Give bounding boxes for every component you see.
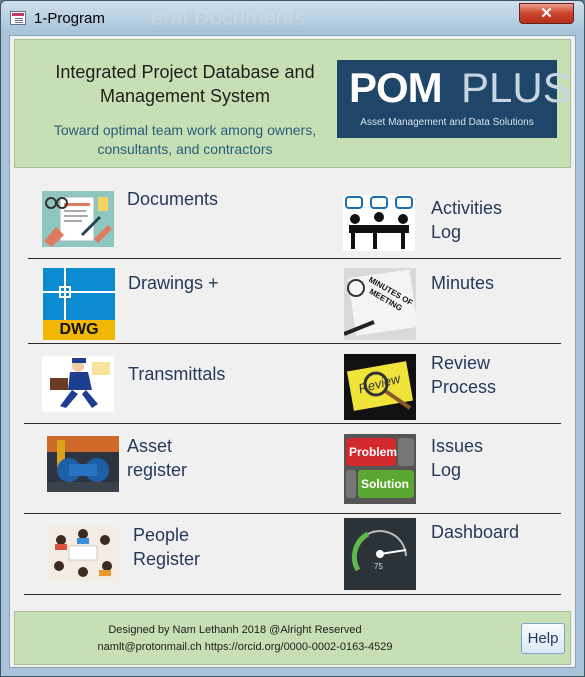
review-process-label: Review Process (431, 353, 497, 397)
people-icon (47, 526, 119, 582)
documents-icon (42, 191, 114, 247)
app-title: Integrated Project Database and Manageme… (55, 62, 315, 106)
contact-text: namlt@protonmail.ch https://orcid.org/00… (97, 641, 393, 653)
credit-text: Designed by Nam Lethanh 2018 @Alright Re… (108, 624, 362, 636)
activities-icon (343, 195, 415, 251)
issues-log-button[interactable]: Problem Solution Issues Log (344, 434, 544, 504)
divider (28, 258, 561, 259)
header-panel: Integrated Project Database and Manageme… (14, 39, 571, 168)
review-icon: Review (344, 354, 416, 420)
window-title: 1-Program (34, 10, 105, 27)
form-icon (10, 11, 26, 25)
transmittals-button[interactable]: Transmittals (42, 356, 262, 416)
issues-log-label: Issues Log (431, 436, 484, 480)
footer-panel: Designed by Nam Lethanh 2018 @Alright Re… (14, 611, 571, 665)
title-bar[interactable]: 1-Program eral Documents ✕ (1, 1, 584, 35)
dashboard-button[interactable]: 75 Dashboard (344, 518, 544, 590)
minutes-icon: MINUTES OF MEETING (344, 268, 416, 340)
pump-icon (47, 436, 119, 492)
logo-plus-text: PLUS (461, 64, 571, 111)
app-subtitle: Toward optimal team work among owners, c… (53, 122, 317, 157)
divider (24, 423, 561, 424)
divider (28, 343, 561, 344)
review-process-button[interactable]: Review Review Process (344, 353, 544, 420)
problem-key-text: Problem (349, 445, 398, 459)
gauge-value: 75 (374, 562, 383, 571)
dwg-text: DWG (59, 321, 99, 338)
minutes-button[interactable]: MINUTES OF MEETING Minutes (344, 268, 544, 340)
gauge-icon: 75 (344, 518, 416, 590)
people-register-button[interactable]: People Register (47, 525, 267, 586)
drawings-label: Drawings + (128, 273, 219, 293)
app-window: 1-Program eral Documents ✕ Integrated Pr… (0, 0, 585, 677)
asset-register-label: Asset register (127, 436, 188, 480)
courier-icon (42, 356, 114, 412)
dashboard-label: Dashboard (431, 522, 520, 542)
main-form: Integrated Project Database and Manageme… (9, 35, 576, 668)
activities-log-button[interactable]: Activities Log (343, 195, 543, 255)
drawings-button[interactable]: DWG Drawings + (43, 268, 263, 340)
problem-solution-icon: Problem Solution (344, 434, 416, 504)
activities-log-label: Activities Log (431, 198, 503, 242)
asset-register-button[interactable]: Asset register (47, 436, 267, 496)
logo-tagline: Asset Management and Data Solutions (360, 117, 534, 128)
pomplus-logo: POM PLUS Asset Management and Data Solut… (337, 60, 571, 138)
help-button[interactable]: Help (521, 623, 565, 654)
people-register-label: People Register (133, 525, 201, 569)
divider (24, 513, 561, 514)
transmittals-label: Transmittals (128, 364, 226, 384)
dwg-icon: DWG (43, 268, 115, 340)
background-window-title: eral Documents (151, 5, 306, 30)
divider (24, 594, 561, 595)
close-button[interactable]: ✕ (519, 3, 574, 24)
documents-button[interactable]: Documents (42, 189, 262, 251)
documents-label: Documents (127, 189, 219, 209)
minutes-label: Minutes (431, 273, 495, 293)
solution-key-text: Solution (361, 477, 409, 491)
logo-pom-text: POM (349, 64, 443, 111)
